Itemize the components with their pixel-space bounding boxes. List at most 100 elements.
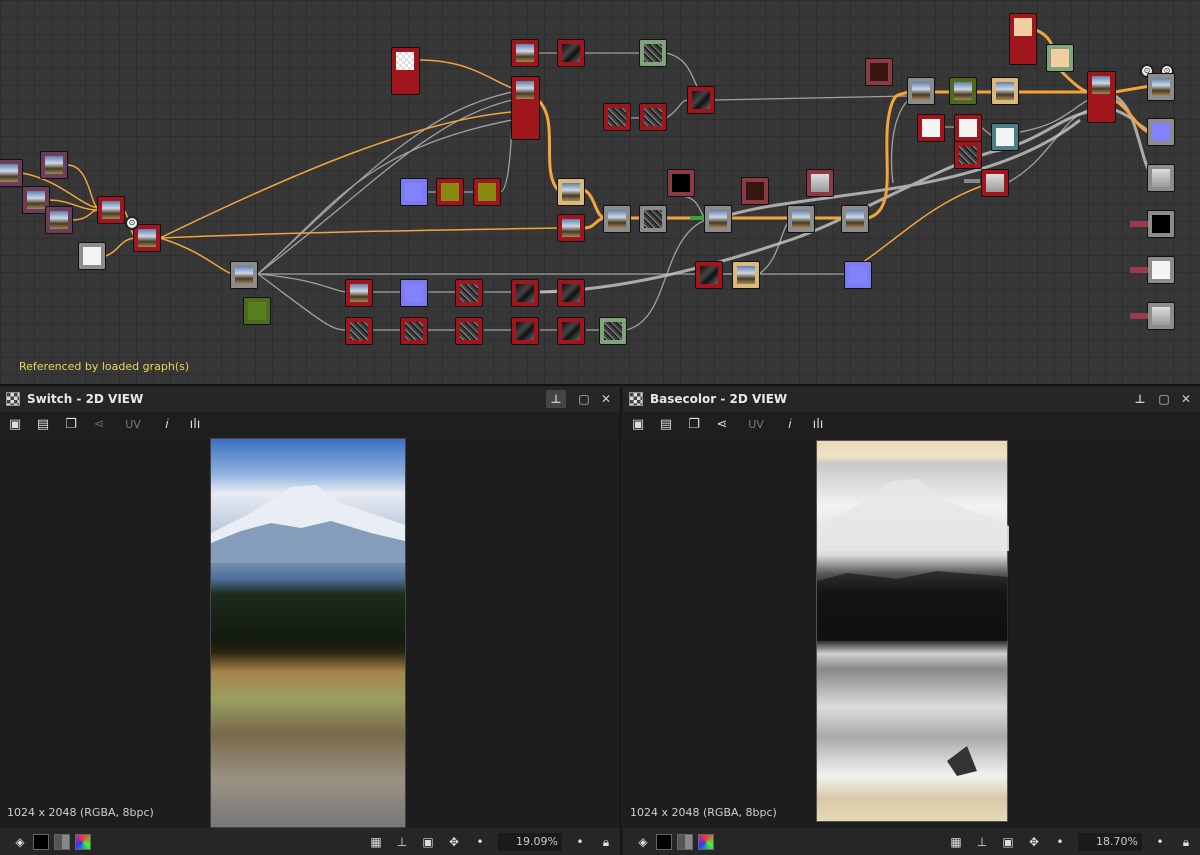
zoom-field[interactable]: 19.09% [498,832,562,851]
move-icon[interactable]: ✥ [446,834,462,850]
graph-node-switch[interactable] [134,225,160,251]
share-icon[interactable]: ⋖ [88,415,110,435]
histogram-icon[interactable]: ılı [184,415,206,435]
graph-node-filter[interactable] [456,318,482,344]
graph-node-blend[interactable] [705,206,731,232]
graph-node-filter[interactable] [604,104,630,130]
graph-node-filter[interactable] [512,40,538,66]
graph-node-levels[interactable] [640,40,666,66]
graph-node-filter[interactable] [456,280,482,306]
graph-node-normal[interactable] [401,280,427,306]
channel-swatch-split[interactable] [54,833,70,850]
graph-node-color[interactable] [244,298,270,324]
pin-icon[interactable]: ⊥ [546,390,566,408]
histogram-icon[interactable]: ılı [807,415,829,435]
layers-icon[interactable]: ◈ [635,834,651,850]
maximize-icon[interactable]: ▢ [574,390,594,408]
graph-editor[interactable]: ⊙ ⊙ ⊙ Referenced by loaded graph(s) [0,0,1200,384]
graph-node-filter[interactable] [346,318,372,344]
graph-node-input[interactable] [668,170,694,196]
graph-node-output-ao[interactable] [1148,303,1174,329]
lock-icon[interactable]: 🔒︎ [598,834,614,850]
tiling-icon[interactable]: ⊥ [974,834,990,850]
graph-node-color-input[interactable] [1010,14,1036,64]
layers-icon[interactable]: ◈ [12,834,28,850]
channel-swatch-split[interactable] [677,833,693,850]
graph-node-output-normal[interactable] [1148,119,1174,145]
grid-icon[interactable]: ▦ [948,834,964,850]
channel-rgb-icon[interactable] [698,833,714,850]
zoom-in-icon[interactable]: • [1152,834,1168,850]
graph-node-output-mix[interactable] [1088,72,1115,122]
graph-node-blend[interactable] [733,262,759,288]
graph-node-filter[interactable] [512,280,538,306]
graph-node-filter[interactable] [558,40,584,66]
tiling-icon[interactable]: ⊥ [394,834,410,850]
graph-node-blend[interactable] [558,179,584,205]
graph-node-transparency[interactable] [392,48,419,94]
save-icon[interactable]: ▤ [655,415,677,435]
graph-node-filter[interactable] [558,318,584,344]
view-mode-icon[interactable]: ▣ [4,415,26,435]
move-icon[interactable]: ✥ [1026,834,1042,850]
graph-node-source-image[interactable] [512,77,539,139]
graph-node-normal[interactable] [401,179,427,205]
graph-node-blend[interactable] [788,206,814,232]
zoom-out-icon[interactable]: • [1052,834,1068,850]
graph-node-blend[interactable] [604,206,630,232]
graph-node-switch[interactable] [98,197,124,223]
graph-node-filter[interactable] [558,215,584,241]
close-icon[interactable]: ✕ [1176,390,1196,408]
zoom-in-icon[interactable]: • [572,834,588,850]
graph-node-output-metallic[interactable] [1148,211,1174,237]
graph-node-output-roughness[interactable] [1148,165,1174,191]
graph-node-color[interactable] [437,179,463,205]
graph-node-blend[interactable] [992,124,1018,150]
graph-node-filter[interactable] [982,170,1008,196]
close-icon[interactable]: ✕ [596,390,616,408]
graph-node-output-basecolor[interactable] [1148,74,1174,100]
graph-node-filter[interactable] [401,318,427,344]
graph-node-filter[interactable] [688,87,714,113]
graph-node-normal[interactable] [845,262,871,288]
graph-node-input[interactable] [866,59,892,85]
graph-node-filter[interactable] [955,115,981,141]
pin-icon[interactable]: ⊥ [1130,390,1150,408]
fit-icon[interactable]: ▣ [420,834,436,850]
graph-node-output-height[interactable] [1148,257,1174,283]
graph-node-input[interactable] [742,178,768,204]
grid-icon[interactable]: ▦ [368,834,384,850]
info-icon[interactable]: 𝑖 [156,415,178,435]
graph-node-filter[interactable] [346,280,372,306]
graph-node-filter[interactable] [512,318,538,344]
graph-node-image-input[interactable] [0,160,22,186]
graph-node-levels[interactable] [1047,45,1073,71]
channel-rgb-icon[interactable] [75,833,91,850]
graph-node-blend[interactable] [950,78,976,104]
channel-swatch-black[interactable] [656,833,672,850]
graph-node-image-input[interactable] [46,207,72,233]
graph-node-blend[interactable] [992,78,1018,104]
graph-node-grayscale[interactable] [231,262,257,288]
graph-node-blend[interactable] [640,206,666,232]
lock-icon[interactable]: 🔒︎ [1178,834,1194,850]
graph-node-blend[interactable] [842,206,868,232]
graph-node-input[interactable] [807,170,833,196]
copy-icon[interactable]: ❐ [60,415,82,435]
zoom-out-icon[interactable]: • [472,834,488,850]
save-icon[interactable]: ▤ [32,415,54,435]
graph-node-filter[interactable] [640,104,666,130]
graph-node-image-input[interactable] [41,152,67,178]
info-icon[interactable]: 𝑖 [779,415,801,435]
share-icon[interactable]: ⋖ [711,415,733,435]
graph-node-filter[interactable] [955,142,981,168]
copy-icon[interactable]: ❐ [683,415,705,435]
fit-icon[interactable]: ▣ [1000,834,1016,850]
maximize-icon[interactable]: ▢ [1154,390,1174,408]
graph-node-filter[interactable] [918,115,944,141]
uv-dropdown[interactable]: UV [739,415,773,435]
graph-node-filter[interactable] [696,262,722,288]
graph-node-blend[interactable] [908,78,934,104]
graph-node-levels[interactable] [600,318,626,344]
graph-node-color[interactable] [474,179,500,205]
